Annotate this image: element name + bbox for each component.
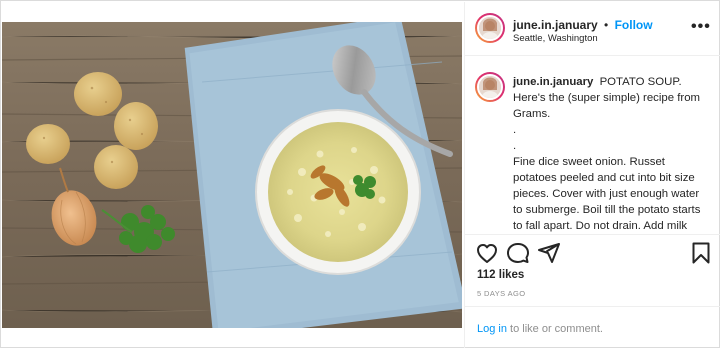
action-bar: 112 likes 5 DAYS AGO bbox=[465, 236, 720, 306]
instagram-post-embed: june.in.january • Follow Seattle, Washin… bbox=[0, 0, 720, 348]
more-options-icon[interactable]: ••• bbox=[691, 18, 711, 36]
post-side-panel: june.in.january • Follow Seattle, Washin… bbox=[464, 2, 720, 348]
avatar[interactable] bbox=[475, 13, 505, 43]
profile-photo-icon bbox=[479, 17, 501, 39]
caption-text: POTATO SOUP. Here's the (super simple) r… bbox=[513, 76, 701, 232]
login-rest-text: to like or comment. bbox=[506, 323, 603, 335]
bookmark-icon[interactable] bbox=[689, 241, 713, 265]
paper-plane-icon[interactable] bbox=[537, 241, 561, 265]
follow-button[interactable]: Follow bbox=[615, 18, 653, 32]
login-line: Log in to like or comment. bbox=[477, 323, 603, 335]
likes-count[interactable]: 112 likes bbox=[477, 269, 524, 281]
comment-icon[interactable] bbox=[506, 241, 530, 265]
post-caption: june.in.january POTATO SOUP. Here's the … bbox=[513, 74, 709, 234]
login-link[interactable]: Log in bbox=[477, 323, 507, 335]
caption-avatar[interactable] bbox=[475, 72, 505, 102]
location-link[interactable]: Seattle, Washington bbox=[513, 33, 598, 44]
post-timestamp[interactable]: 5 DAYS AGO bbox=[477, 289, 525, 298]
username-link[interactable]: june.in.january bbox=[513, 18, 598, 32]
caption-username-link[interactable]: june.in.january bbox=[513, 76, 597, 88]
comments-area[interactable]: june.in.january POTATO SOUP. Here's the … bbox=[465, 57, 720, 235]
potato-soup-image bbox=[2, 22, 462, 328]
login-prompt: Log in to like or comment. bbox=[465, 306, 720, 348]
profile-photo-icon bbox=[479, 76, 501, 98]
post-photo[interactable] bbox=[2, 22, 462, 328]
post-header: june.in.january • Follow Seattle, Washin… bbox=[465, 2, 720, 56]
separator-dot: • bbox=[604, 18, 609, 32]
heart-icon[interactable] bbox=[475, 241, 499, 265]
user-line: june.in.january • Follow bbox=[513, 18, 653, 32]
